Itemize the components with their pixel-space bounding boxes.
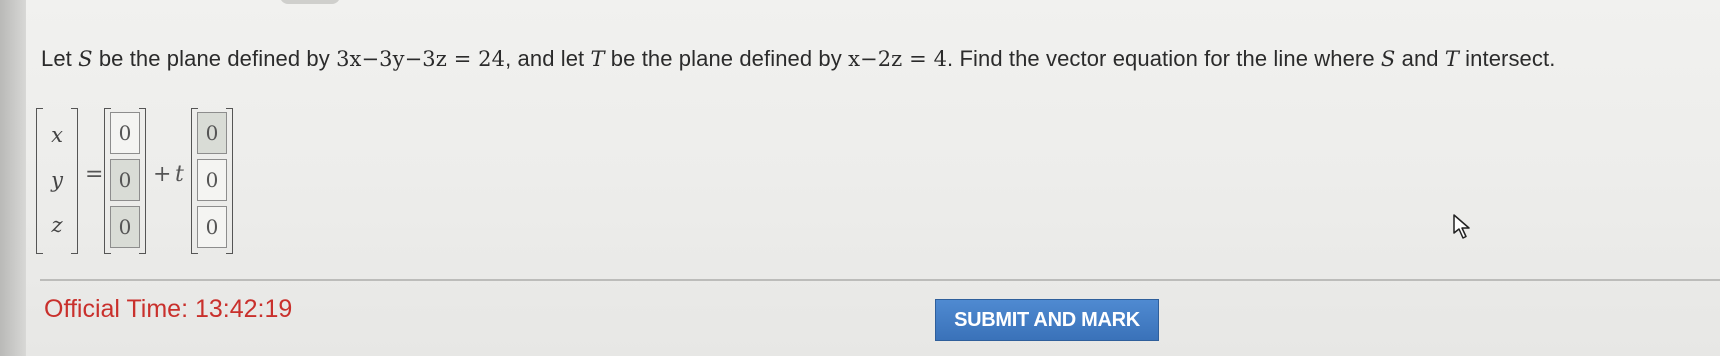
question-part-6: and xyxy=(1395,46,1445,71)
question-part-5: . Find the vector equation for the line … xyxy=(947,46,1381,71)
point-y-input[interactable]: 0 xyxy=(110,159,140,201)
lhs-x: x xyxy=(51,123,63,147)
direction-right-bracket xyxy=(226,108,233,254)
lhs-left-bracket xyxy=(36,108,43,254)
question-part-3: , and let xyxy=(505,46,591,71)
lhs-vector: x y z xyxy=(36,108,78,254)
lhs-y: y xyxy=(51,168,63,192)
plane-s-symbol: S xyxy=(78,47,93,71)
plane-t-symbol: T xyxy=(590,47,605,71)
top-edge-shadow xyxy=(280,0,340,4)
question-part-1: Let xyxy=(41,46,79,71)
question-part-4: be the plane defined by xyxy=(604,46,849,71)
point-x-input[interactable]: 0 xyxy=(110,112,140,154)
direction-z-input[interactable]: 0 xyxy=(197,206,227,248)
plane-t-symbol-second: T xyxy=(1444,47,1459,71)
point-right-bracket xyxy=(139,108,146,254)
question-part-7: intersect. xyxy=(1458,46,1556,71)
direction-y-input[interactable]: 0 xyxy=(197,159,227,201)
official-timer: Official Time: 13:42:19 xyxy=(44,295,292,324)
plus-sign: + xyxy=(153,162,172,187)
point-vector: 0 0 0 xyxy=(104,108,146,254)
left-page-edge xyxy=(0,0,26,356)
direction-x-input[interactable]: 0 xyxy=(197,112,227,154)
plane-s-symbol-second: S xyxy=(1380,47,1396,71)
question-text: Let S be the plane defined by 3x−3y−3z =… xyxy=(41,46,1555,72)
lhs-z: z xyxy=(51,213,63,237)
mouse-pointer-icon xyxy=(1453,214,1470,239)
lhs-right-bracket xyxy=(71,108,78,254)
equals-sign: = xyxy=(85,162,104,187)
plane-t-equation: x−2z = 4 xyxy=(848,47,948,71)
question-part-2: be the plane defined by xyxy=(92,46,337,71)
parameter-t: t xyxy=(175,162,184,187)
section-divider xyxy=(40,279,1720,281)
timer-value: 13:42:19 xyxy=(194,295,293,323)
timer-label: Official Time: xyxy=(44,295,189,323)
point-z-input[interactable]: 0 xyxy=(110,206,140,248)
direction-vector: 0 0 0 xyxy=(191,108,233,254)
plane-s-equation: 3x−3y−3z = 24 xyxy=(336,47,506,71)
submit-and-mark-button[interactable]: SUBMIT AND MARK xyxy=(935,299,1159,341)
